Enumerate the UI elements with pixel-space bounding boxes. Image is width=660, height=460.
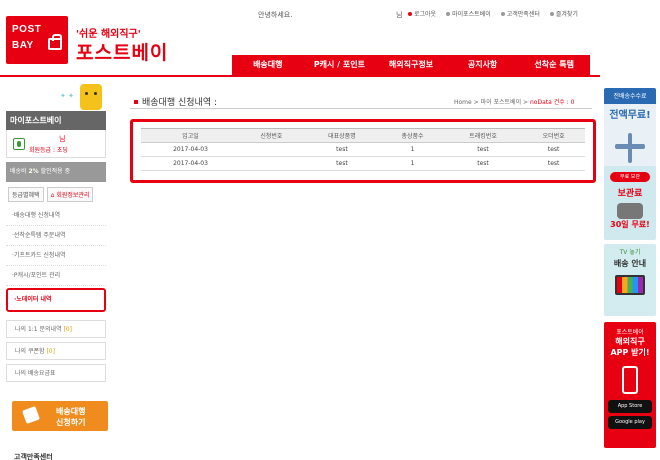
col-request-no: 신청번호	[240, 128, 303, 143]
tv-icon	[615, 275, 645, 295]
user-name: 님	[59, 135, 66, 143]
nav-divider	[0, 75, 600, 77]
col-tracking-no: 트래킹번호	[443, 128, 523, 143]
warehouse-icon	[617, 203, 643, 219]
sidebar-menu: ·배송대행 신청내역 ·선착순특템 주문내역 ·기프트카드 신청내역 ·P캐시/…	[6, 206, 106, 312]
bag-icon	[48, 34, 62, 50]
title-divider	[130, 108, 592, 109]
bullet-icon	[134, 99, 138, 104]
table-header-row: 입고일 신청번호 대표상품명 총상품수 트래킹번호 오더번호	[141, 128, 585, 143]
sidebar-buttons: 등급별혜택 ⌂ 회원정보관리	[8, 187, 94, 202]
app-download-banner[interactable]: 포스트베이 해외직구 APP 받기! App Store Google play	[604, 322, 656, 448]
nav-first-come[interactable]: 선착순 특템	[518, 55, 590, 75]
breadcrumb-home[interactable]: Home	[454, 99, 472, 106]
box-icon	[22, 406, 40, 424]
cell-qty: 1	[381, 142, 444, 157]
col-product-name: 대표상품명	[302, 128, 382, 143]
user-level: 회원등급 : 초딩	[29, 147, 68, 154]
cell-tracking: test	[443, 156, 523, 171]
top-links: 로그아웃 마이포스트베이 고객만족센터 즐겨찾기	[408, 9, 578, 18]
table-row[interactable]: 2017-04-03 test 1 test test	[141, 156, 585, 171]
google-play-badge[interactable]: Google play	[608, 416, 652, 429]
mascot-icon	[80, 84, 102, 110]
cell-order: test	[522, 156, 585, 171]
discount-banner: 배송비 2% 할인적용 중	[6, 162, 106, 182]
cell-product: test	[302, 142, 382, 157]
phone-icon	[622, 366, 638, 394]
brand-name: 포스트베이	[76, 42, 169, 64]
sidebar-title: 마이포스트베이	[6, 111, 106, 130]
nav-notice[interactable]: 공지사항	[447, 55, 519, 75]
sidebar-item-firstcome-orders[interactable]: ·선착순특템 주문내역	[6, 226, 106, 246]
logo[interactable]: POST BAY	[6, 16, 68, 64]
my-shipping-rates-link[interactable]: 나의 배송요금표	[6, 364, 106, 382]
breadcrumb-mypostbay[interactable]: 마이 포스트베이	[481, 99, 522, 106]
cell-qty: 1	[381, 156, 444, 171]
apply-shipping-button[interactable]: 배송대행 신청하기	[12, 401, 108, 431]
member-info-button[interactable]: ⌂ 회원정보관리	[46, 187, 94, 202]
nav-pcash-point[interactable]: P캐시 / 포인트	[304, 55, 376, 75]
nav-overseas-info[interactable]: 해외직구정보	[375, 55, 447, 75]
bullet-icon	[500, 11, 505, 16]
page-title: 배송대행 신청내역 :	[134, 95, 217, 108]
avatar	[13, 138, 25, 150]
sidebar-item-pcash[interactable]: ·P캐시/포인트 관리	[6, 266, 106, 286]
cell-request-no	[240, 156, 303, 171]
sidebar-item-nodata[interactable]: ·노데이터 내역	[6, 288, 106, 312]
cell-request-no	[240, 142, 303, 157]
bookmark-link[interactable]: 즐겨찾기	[549, 9, 578, 18]
col-received-date: 입고일	[141, 128, 241, 143]
bullet-icon	[446, 11, 451, 16]
home-icon: ⌂	[50, 192, 55, 199]
greeting-text: 안녕하세요.	[258, 11, 293, 19]
customer-center-link[interactable]: 고객만족센터	[500, 9, 540, 18]
cell-order: test	[522, 142, 585, 157]
col-total-qty: 총상품수	[381, 128, 444, 143]
cell-date: 2017-04-03	[141, 156, 241, 171]
star-icon	[549, 11, 554, 16]
cell-date: 2017-04-03	[141, 142, 241, 157]
grade-benefits-button[interactable]: 등급별혜택	[8, 187, 44, 202]
user-info: 님 회원등급 : 초딩	[6, 130, 106, 158]
breadcrumb-current: noData	[529, 99, 552, 106]
sidebar-item-giftcard[interactable]: ·기프트카드 신청내역	[6, 246, 106, 266]
logo-line1: POST	[12, 24, 42, 35]
free-storage-banner[interactable]: 무료 보관 보관료 30일 무료!	[604, 166, 656, 240]
my-coupon-link[interactable]: 나의 쿠폰함 [0]	[6, 342, 106, 360]
cell-product: test	[302, 156, 382, 171]
col-order-no: 오더번호	[522, 128, 585, 143]
sidebar-box: 나의 1:1 문의내역 [0] 나의 쿠폰함 [0] 나의 배송요금표	[6, 320, 106, 386]
history-table: 입고일 신청번호 대표상품명 총상품수 트래킹번호 오더번호 2017-04-0…	[141, 128, 585, 171]
greeting-user: 님	[396, 11, 403, 19]
cell-tracking: test	[443, 142, 523, 157]
logout-link[interactable]: 로그아웃	[408, 9, 436, 18]
table-row[interactable]: 2017-04-03 test 1 test test	[141, 142, 585, 157]
sidebar-item-shipping-history[interactable]: ·배송대행 신청내역	[6, 206, 106, 226]
main-nav: 배송대행 P캐시 / 포인트 해외직구정보 공지사항 선착순 특템	[232, 55, 590, 75]
my-inquiry-link[interactable]: 나의 1:1 문의내역 [0]	[6, 320, 106, 338]
logo-line2: BAY	[12, 40, 34, 51]
airplane-icon	[615, 133, 645, 163]
nav-shipping[interactable]: 배송대행	[232, 55, 304, 75]
mypostbay-link[interactable]: 마이포스트베이	[446, 9, 491, 18]
app-store-badge[interactable]: App Store	[608, 400, 652, 413]
history-table-frame: 입고일 신청번호 대표상품명 총상품수 트래킹번호 오더번호 2017-04-0…	[130, 119, 596, 183]
breadcrumb: Home > 마이 포스트베이 > noData 건수 : 0	[454, 99, 575, 106]
stars-icon: ✦ ✦	[60, 92, 74, 100]
discount-value: 2%	[28, 168, 39, 175]
customer-center-title: 고객만족센터	[14, 453, 53, 460]
bullet-icon	[408, 11, 412, 16]
record-count: 건수 : 0	[551, 99, 575, 106]
tv-shipping-banner[interactable]: TV 놓기 배송 안내	[604, 244, 656, 316]
